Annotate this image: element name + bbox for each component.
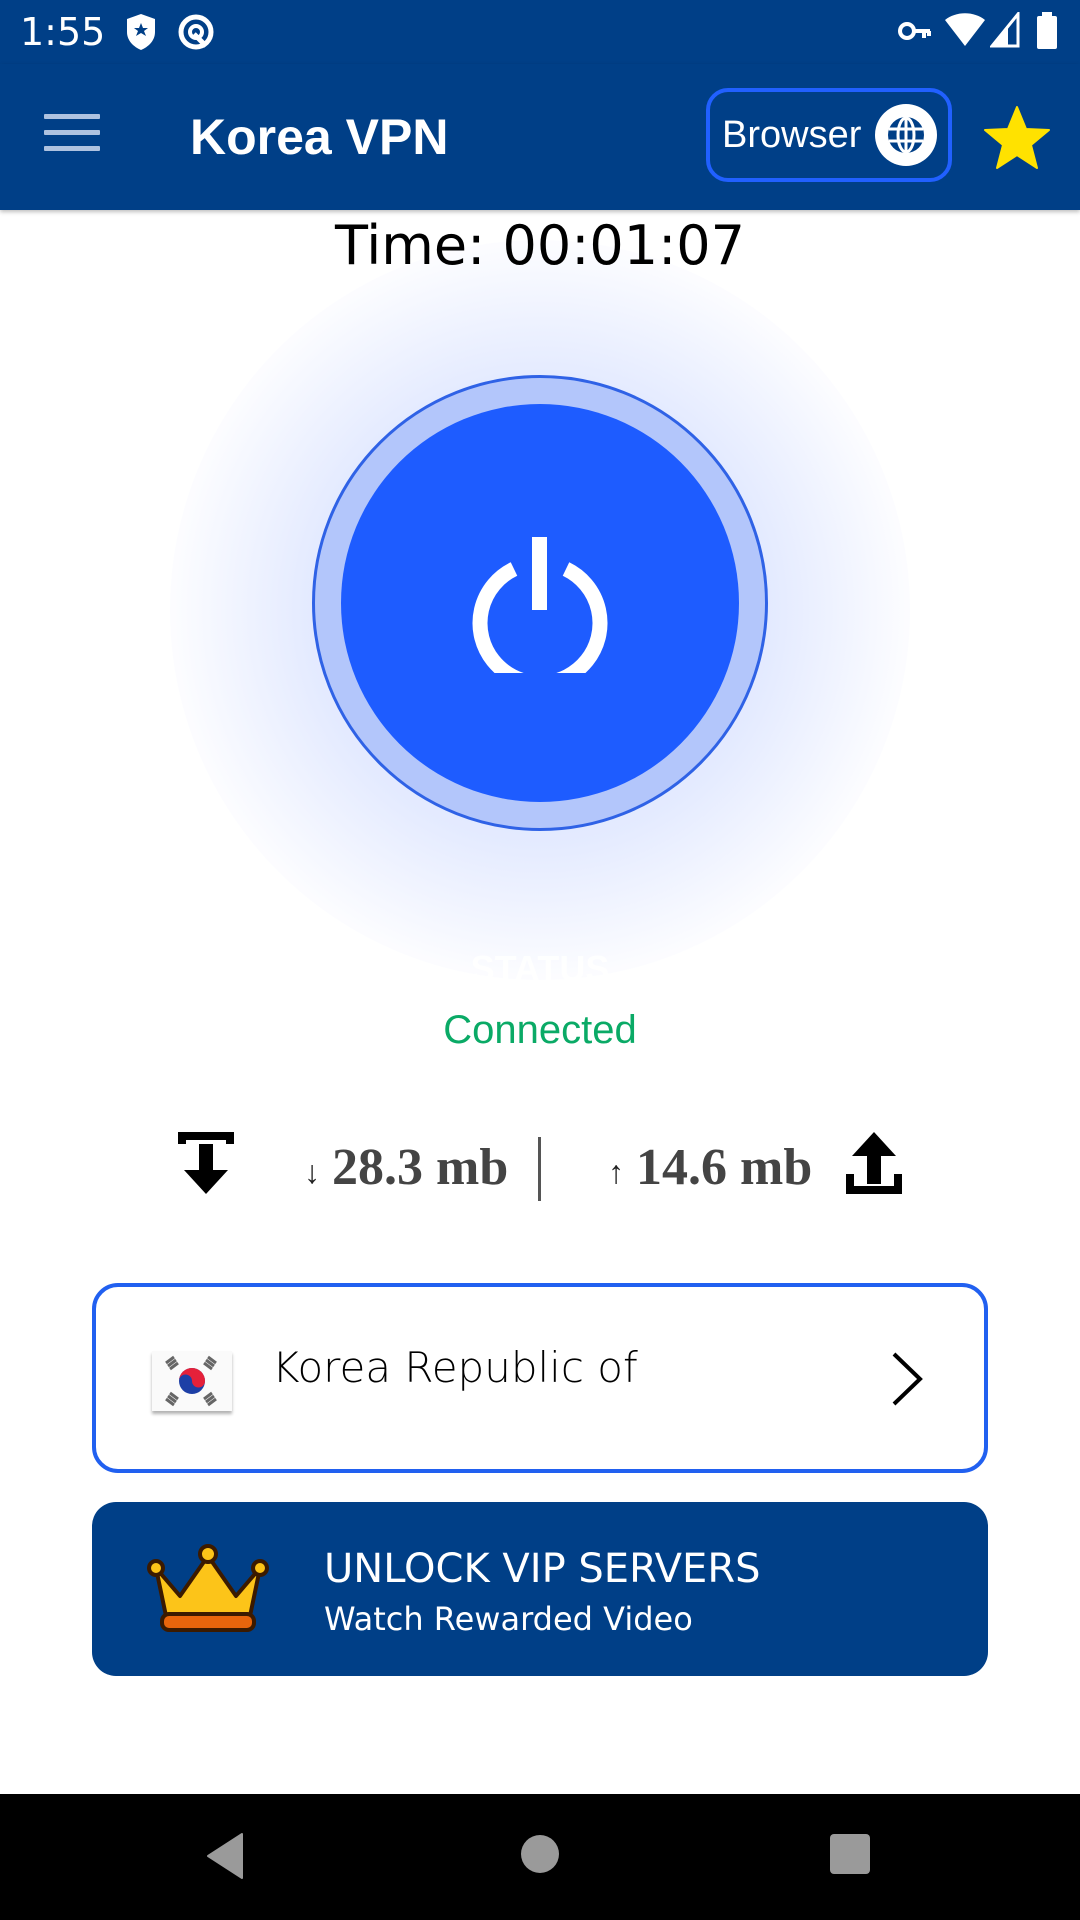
- power-button[interactable]: [312, 375, 768, 831]
- download-amount: ↓ 28.3 mb: [304, 1138, 508, 1197]
- star-icon[interactable]: [982, 104, 1052, 174]
- app-title: Korea VPN: [190, 109, 449, 165]
- vpn-key-icon: [898, 18, 932, 49]
- wifi-icon: [944, 12, 986, 53]
- browser-button[interactable]: Browser: [706, 88, 952, 182]
- shield-notification-icon: [124, 12, 158, 57]
- download-value: 28.3 mb: [332, 1139, 509, 1196]
- status-label: STATUS: [470, 948, 610, 989]
- back-icon[interactable]: [204, 1832, 244, 1885]
- recents-icon[interactable]: [830, 1834, 870, 1879]
- chevron-right-icon: [890, 1351, 924, 1412]
- status-value: Connected: [443, 1008, 637, 1052]
- power-icon: [472, 537, 608, 673]
- upload-value: 14.6 mb: [636, 1139, 813, 1196]
- vip-title: UNLOCK VIP SERVERS: [324, 1546, 761, 1592]
- status-bar: 1:55: [0, 0, 1080, 64]
- traffic-divider: [538, 1137, 541, 1201]
- signal-icon: [988, 9, 1020, 53]
- south-korea-flag-icon: [152, 1351, 232, 1411]
- upload-arrow: ↑: [608, 1153, 624, 1190]
- home-icon[interactable]: [520, 1834, 560, 1879]
- crown-icon: [146, 1544, 270, 1639]
- download-arrow: ↓: [304, 1153, 320, 1190]
- hamburger-menu-icon[interactable]: [44, 114, 100, 158]
- globe-icon: [875, 104, 938, 166]
- at-sign-notification-icon: [176, 12, 216, 57]
- upload-icon: [844, 1130, 904, 1210]
- upload-amount: ↑ 14.6 mb: [608, 1138, 812, 1197]
- system-nav-bar: [0, 1794, 1080, 1920]
- server-selector[interactable]: Korea Republic of: [92, 1283, 988, 1473]
- browser-button-label: Browser: [722, 113, 862, 156]
- connection-timer: Time: 00:01:07: [334, 214, 746, 277]
- download-icon: [176, 1130, 236, 1210]
- battery-icon: [1036, 12, 1058, 55]
- status-time: 1:55: [20, 10, 106, 54]
- app-bar: Korea VPN Browser: [0, 64, 1080, 210]
- unlock-vip-button[interactable]: UNLOCK VIP SERVERS Watch Rewarded Video: [92, 1502, 988, 1676]
- server-country: Korea Republic of: [272, 1343, 638, 1392]
- vip-subtitle: Watch Rewarded Video: [324, 1600, 693, 1638]
